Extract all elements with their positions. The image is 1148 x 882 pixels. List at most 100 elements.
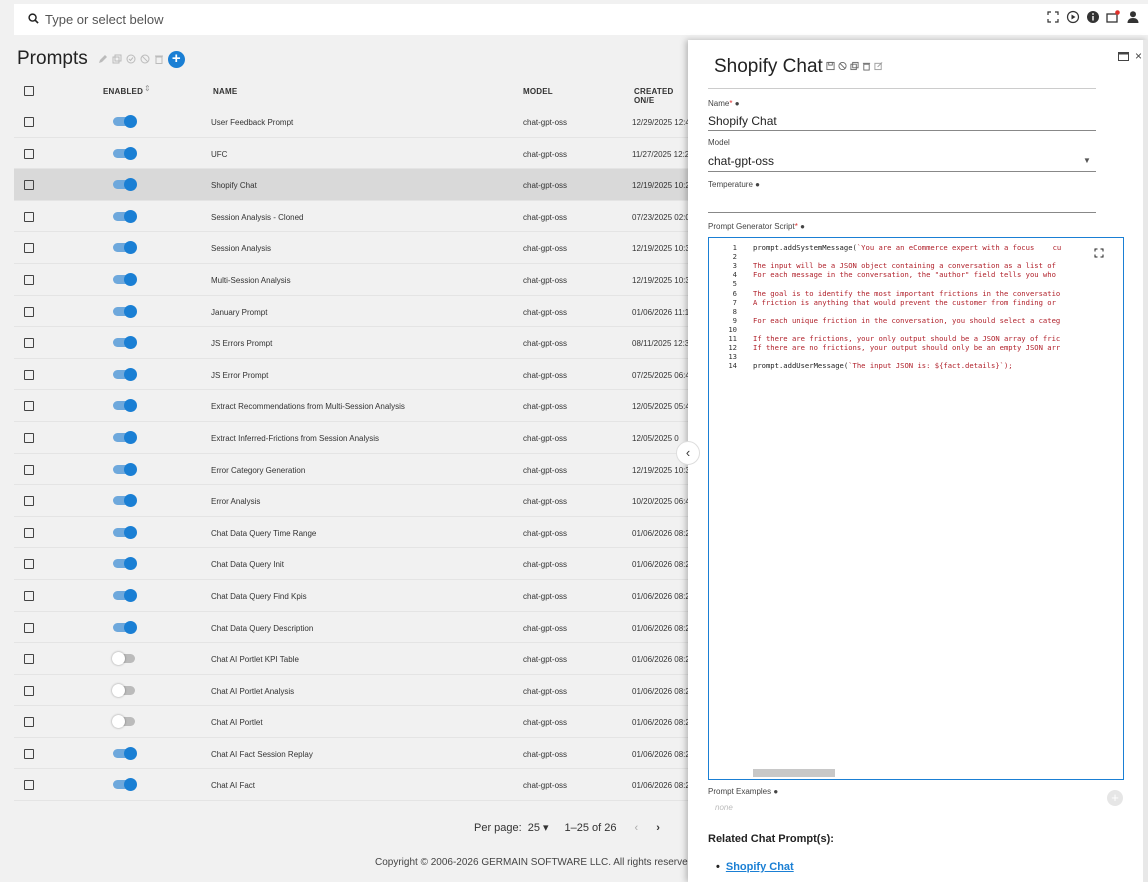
script-editor[interactable]: 1 prompt.addSystemMessage(`You are an eCo… [708, 237, 1124, 780]
row-checkbox[interactable] [24, 464, 34, 475]
row-checkbox[interactable] [24, 243, 34, 254]
disable-icon[interactable] [838, 61, 847, 71]
table-row[interactable]: Session Analysis - Cloned chat-gpt-oss 07/… [14, 201, 694, 233]
row-checkbox[interactable] [24, 685, 34, 696]
model-select[interactable]: chat-gpt-oss [708, 154, 774, 168]
close-icon[interactable]: × [1135, 49, 1142, 63]
delete-icon[interactable] [862, 61, 871, 71]
header-name[interactable]: NAME [213, 87, 237, 96]
table-row[interactable]: Chat AI Portlet KPI Table chat-gpt-oss 01/… [14, 643, 694, 675]
table-row[interactable]: Chat Data Query Time Range chat-gpt-oss 01… [14, 517, 694, 549]
table-row[interactable]: Error Analysis chat-gpt-oss 10/20/2025 06:… [14, 485, 694, 517]
row-checkbox[interactable] [24, 590, 34, 601]
table-row[interactable]: Multi-Session Analysis chat-gpt-oss 12/19/… [14, 264, 694, 296]
header-enabled[interactable]: ENABLED [103, 87, 143, 96]
enabled-toggle[interactable] [113, 367, 137, 381]
temperature-field[interactable] [708, 212, 1096, 213]
row-checkbox[interactable] [24, 527, 34, 538]
enabled-toggle[interactable] [112, 683, 137, 697]
table-row[interactable]: Chat AI Fact Session Replay chat-gpt-oss 0… [14, 738, 694, 770]
table-row[interactable]: Shopify Chat chat-gpt-oss 12/19/2025 10:2 [14, 169, 694, 201]
save-icon[interactable] [826, 61, 835, 71]
header-created[interactable]: CREATED ON/E [634, 87, 694, 105]
maximize-icon[interactable] [1117, 51, 1129, 61]
table-row[interactable]: Chat Data Query Find Kpis chat-gpt-oss 01/… [14, 580, 694, 612]
prev-page-icon[interactable]: ‹ [635, 822, 639, 834]
table-row[interactable]: Chat AI Portlet Analysis chat-gpt-oss 01/0… [14, 675, 694, 707]
next-page-icon[interactable]: › [656, 822, 660, 834]
table-row[interactable]: Error Category Generation chat-gpt-oss 12/… [14, 454, 694, 486]
row-checkbox[interactable] [24, 622, 34, 633]
notifications-icon[interactable] [1106, 10, 1120, 24]
enabled-toggle[interactable] [113, 304, 137, 318]
row-checkbox[interactable] [24, 780, 34, 791]
table-row[interactable]: Session Analysis chat-gpt-oss 12/19/2025 1… [14, 232, 694, 264]
add-prompt-button[interactable]: + [167, 50, 185, 68]
enabled-toggle[interactable] [113, 209, 137, 223]
enabled-toggle[interactable] [113, 557, 137, 571]
enabled-toggle[interactable] [113, 430, 137, 444]
enabled-toggle[interactable] [113, 462, 137, 476]
enabled-toggle[interactable] [113, 746, 137, 760]
delete-icon[interactable] [154, 54, 164, 64]
row-checkbox[interactable] [24, 117, 34, 127]
row-checkbox[interactable] [24, 401, 34, 412]
enabled-toggle[interactable] [113, 399, 137, 413]
enabled-toggle[interactable] [112, 652, 137, 666]
fullscreen-icon[interactable] [1046, 10, 1060, 24]
name-field[interactable]: Shopify Chat [708, 114, 777, 128]
table-row[interactable]: Extract Inferred-Frictions from Session … [14, 422, 694, 454]
table-row[interactable]: Chat Data Query Init chat-gpt-oss 01/06/20… [14, 548, 694, 580]
table-row[interactable]: Chat AI Portlet chat-gpt-oss 01/06/2026 08… [14, 706, 694, 738]
row-checkbox[interactable] [24, 148, 34, 159]
table-row[interactable]: January Prompt chat-gpt-oss 01/06/2026 11:… [14, 296, 694, 328]
add-example-button[interactable]: + [1107, 790, 1123, 806]
row-checkbox[interactable] [24, 274, 34, 285]
enabled-toggle[interactable] [113, 588, 137, 602]
enabled-toggle[interactable] [113, 778, 137, 792]
collapse-panel-button[interactable]: ‹ [676, 441, 700, 465]
enabled-toggle[interactable] [113, 336, 137, 350]
copy-icon[interactable] [850, 61, 859, 71]
editor-scrollbar[interactable] [753, 769, 835, 777]
global-search-bar[interactable]: Type or select below [14, 4, 1148, 35]
enabled-toggle[interactable] [113, 525, 137, 539]
row-checkbox[interactable] [24, 180, 34, 191]
row-checkbox[interactable] [24, 432, 34, 443]
sort-icon[interactable]: ⇕ [144, 84, 151, 93]
enabled-toggle[interactable] [113, 146, 137, 160]
enabled-toggle[interactable] [113, 241, 137, 255]
table-row[interactable]: JS Errors Prompt chat-gpt-oss 08/11/2025 1… [14, 327, 694, 359]
play-icon[interactable] [1066, 10, 1080, 24]
row-checkbox[interactable] [24, 496, 34, 507]
row-checkbox[interactable] [24, 748, 34, 759]
enabled-toggle[interactable] [113, 178, 137, 192]
info-icon[interactable] [1086, 10, 1100, 24]
search-input[interactable]: Type or select below [45, 12, 164, 27]
row-checkbox[interactable] [24, 338, 34, 349]
disable-icon[interactable] [140, 54, 150, 64]
edit-icon[interactable] [874, 61, 883, 71]
user-icon[interactable] [1126, 10, 1140, 24]
table-row[interactable]: UFC chat-gpt-oss 11/27/2025 12:2 [14, 138, 694, 170]
chevron-down-icon[interactable]: ▼ [1083, 156, 1091, 165]
related-prompt-link[interactable]: Shopify Chat [716, 861, 794, 873]
per-page-select[interactable]: 25 ▾ [528, 821, 549, 834]
copy-icon[interactable] [112, 54, 122, 64]
table-row[interactable]: User Feedback Prompt chat-gpt-oss 12/29/20… [14, 106, 694, 138]
table-row[interactable]: Chat Data Query Description chat-gpt-oss 0… [14, 612, 694, 644]
expand-editor-icon[interactable] [1094, 248, 1104, 258]
enabled-toggle[interactable] [113, 620, 137, 634]
enabled-toggle[interactable] [112, 715, 137, 729]
table-row[interactable]: Chat AI Fact chat-gpt-oss 01/06/2026 08:2 [14, 769, 694, 802]
check-circle-icon[interactable] [126, 54, 136, 64]
table-row[interactable]: JS Error Prompt chat-gpt-oss 07/25/2025 06… [14, 359, 694, 391]
row-checkbox[interactable] [24, 369, 34, 380]
header-model[interactable]: MODEL [523, 87, 553, 96]
row-checkbox[interactable] [24, 559, 34, 570]
row-checkbox[interactable] [24, 717, 34, 728]
row-checkbox[interactable] [24, 306, 34, 317]
row-checkbox[interactable] [24, 211, 34, 222]
table-row[interactable]: Extract Recommendations from Multi-Sessi… [14, 390, 694, 422]
select-all-checkbox[interactable] [24, 86, 34, 96]
